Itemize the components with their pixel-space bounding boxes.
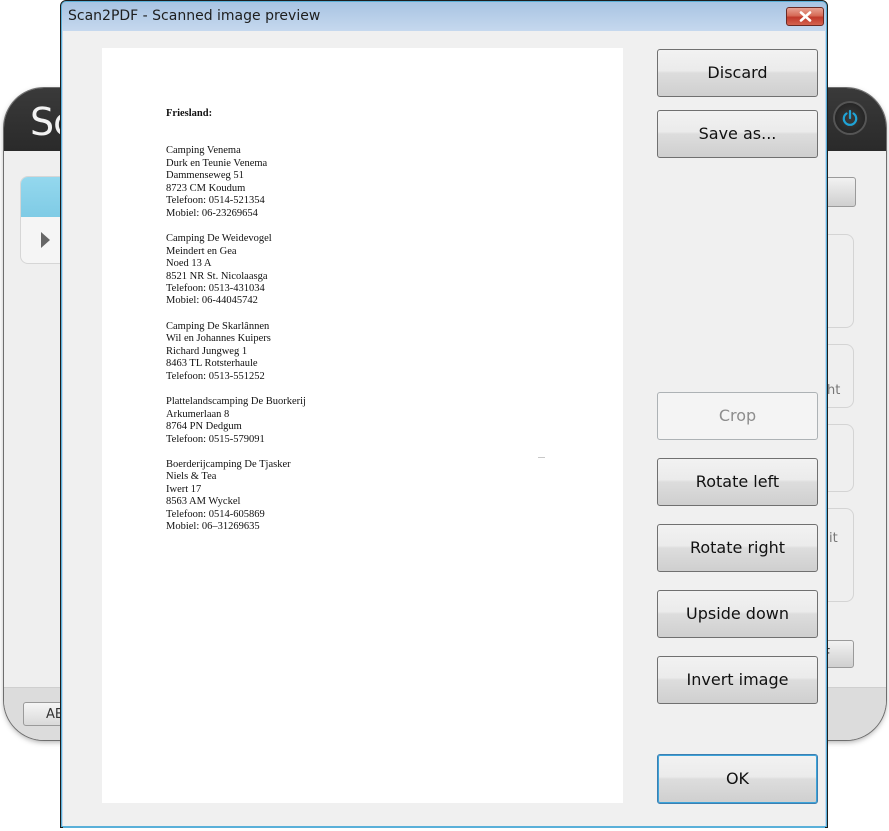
document-line: Camping De Weidevogel <box>166 233 272 245</box>
document-entry: Camping Venema Durk en Teunie Venema Dam… <box>166 145 306 220</box>
dialog-client-area: Friesland: Camping Venema Durk en Teunie… <box>63 31 825 828</box>
document-line: Plattelandscamping De Buorkerij <box>166 396 306 408</box>
document-line: Dammenseweg 51 <box>166 170 244 182</box>
document-line: Durk en Teunie Venema <box>166 157 268 169</box>
scanned-document-text: Friesland: Camping Venema Durk en Teunie… <box>166 108 306 547</box>
scan-artifact <box>538 457 545 458</box>
scanned-page-preview: Friesland: Camping Venema Durk en Teunie… <box>102 48 623 803</box>
document-entry: Plattelandscamping De Buorkerij Arkumerl… <box>166 396 306 446</box>
document-line: Iwert 17 <box>166 483 202 495</box>
upside-down-button[interactable]: Upside down <box>657 590 818 638</box>
ok-button[interactable]: OK <box>657 754 818 804</box>
power-button[interactable] <box>835 103 865 133</box>
document-line: Camping De Skarlânnen <box>166 320 270 332</box>
document-line: 8723 CM Koudum <box>166 182 246 194</box>
document-line: Meindert en Gea <box>166 245 237 257</box>
background-option-label: it <box>829 531 838 546</box>
document-line: Telefoon: 0513-431034 <box>166 282 265 294</box>
invert-image-button[interactable]: Invert image <box>657 656 818 704</box>
document-line: Noed 13 A <box>166 258 212 270</box>
document-line: Richard Jungweg 1 <box>166 345 248 357</box>
document-entry: Camping De Skarlânnen Wil en Johannes Ku… <box>166 321 306 383</box>
close-icon <box>799 11 812 22</box>
document-line: Arkumerlaan 8 <box>166 408 230 420</box>
discard-button[interactable]: Discard <box>657 49 818 97</box>
document-line: 8563 AM Wyckel <box>166 496 241 508</box>
expand-arrow-icon[interactable] <box>41 232 50 248</box>
document-line: Telefoon: 0513-551252 <box>166 370 265 382</box>
document-line: Mobiel: 06–31269635 <box>166 521 260 533</box>
power-icon <box>842 109 858 126</box>
crop-button[interactable]: Crop <box>657 392 818 440</box>
document-line: Camping Venema <box>166 145 241 157</box>
document-line: Telefoon: 0514-521354 <box>166 195 265 207</box>
background-option-label: ht <box>827 383 841 398</box>
document-line: Niels & Tea <box>166 471 217 483</box>
document-line: 8764 PN Dedgum <box>166 421 242 433</box>
document-line: Mobiel: 06-44045742 <box>166 295 258 307</box>
document-line: Wil en Johannes Kuipers <box>166 333 271 345</box>
document-line: Telefoon: 0515-579091 <box>166 433 265 445</box>
scanned-image-preview-dialog: Scan2PDF - Scanned image preview Friesla… <box>60 0 828 828</box>
document-line: 8463 TL Rotsterhaule <box>166 358 258 370</box>
document-heading: Friesland: <box>166 108 213 119</box>
document-entry: Camping De Weidevogel Meindert en Gea No… <box>166 233 306 308</box>
save-as-button[interactable]: Save as... <box>657 110 818 158</box>
close-button[interactable] <box>786 7 824 26</box>
rotate-left-button[interactable]: Rotate left <box>657 458 818 506</box>
document-line: 8521 NR St. Nicolaasga <box>166 270 268 282</box>
document-line: Telefoon: 0514-605869 <box>166 508 265 520</box>
dialog-title: Scan2PDF - Scanned image preview <box>68 8 321 24</box>
document-entry: Boerderijcamping De Tjasker Niels & Tea … <box>166 459 306 534</box>
rotate-right-button[interactable]: Rotate right <box>657 524 818 572</box>
document-line: Boerderijcamping De Tjasker <box>166 458 291 470</box>
document-line: Mobiel: 06-23269654 <box>166 207 258 219</box>
dialog-titlebar[interactable]: Scan2PDF - Scanned image preview <box>61 1 827 31</box>
